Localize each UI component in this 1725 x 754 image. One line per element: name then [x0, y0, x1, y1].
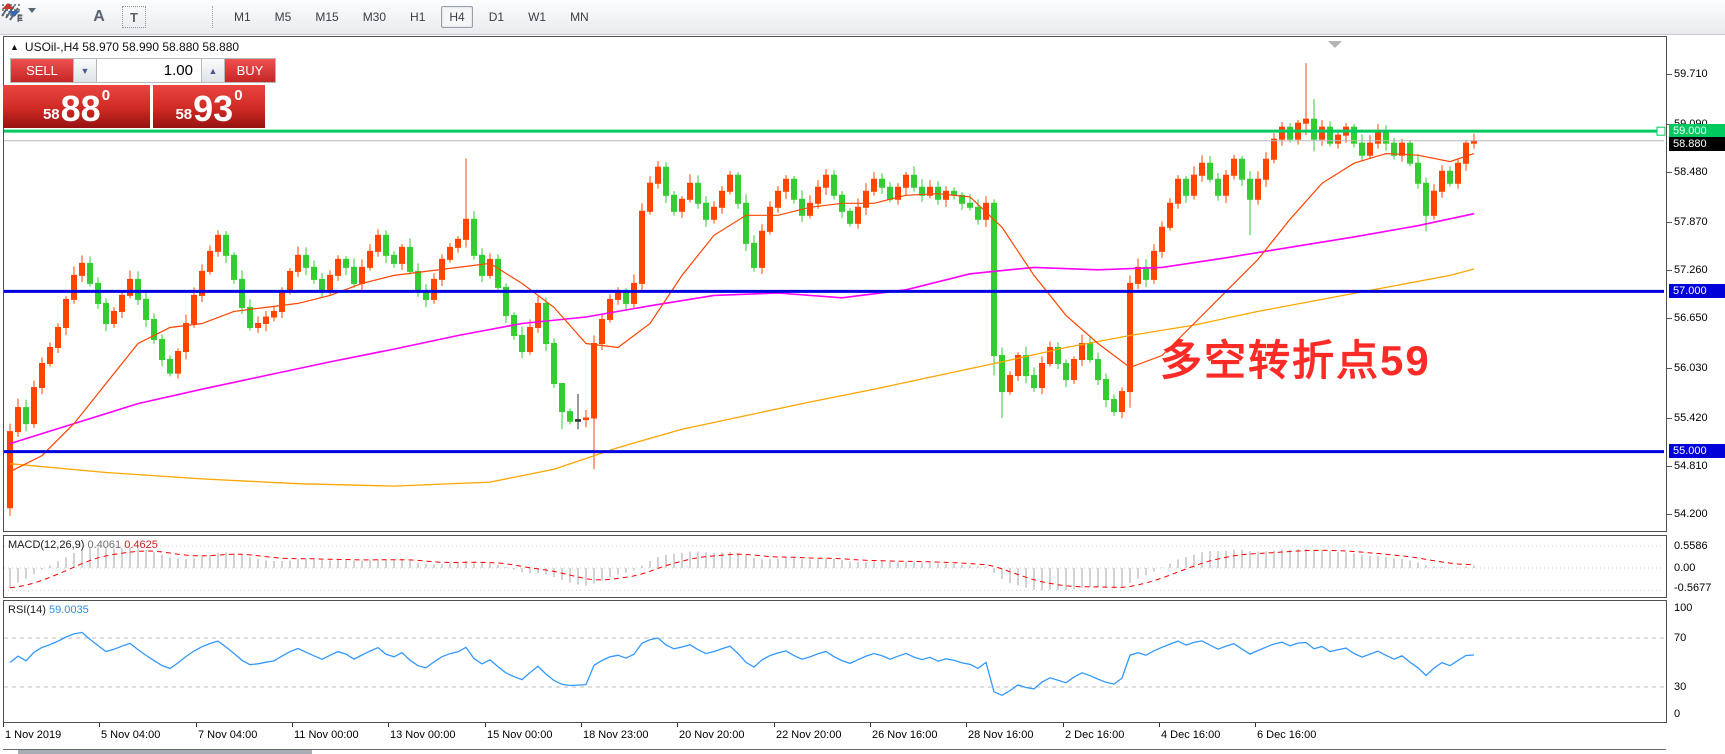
- time-label: 11 Nov 00:00: [294, 729, 359, 741]
- time-tick: [870, 723, 871, 727]
- price-label: 59.710: [1674, 68, 1708, 80]
- rsi-value: 59.0035: [49, 604, 89, 616]
- price-label: 58.480: [1674, 166, 1708, 178]
- macd-value-signal: 0.4625: [124, 539, 158, 551]
- time-tick: [1159, 723, 1160, 727]
- time-label: 4 Dec 16:00: [1161, 729, 1220, 741]
- macd-label: MACD(12,26,9) 0.4061 0.4625: [8, 539, 158, 551]
- price-tick: [1667, 368, 1672, 369]
- time-label: 2 Dec 16:00: [1065, 729, 1124, 741]
- sell-price-small: 58: [43, 106, 60, 123]
- price-tick: [1667, 318, 1672, 319]
- rsi-scale-label: 100: [1674, 602, 1692, 614]
- price-label: 54.810: [1674, 460, 1708, 472]
- time-label: 26 Nov 16:00: [872, 729, 937, 741]
- symbol-title: ▲ USOil-,H4 58.970 58.990 58.880 58.880: [10, 40, 239, 54]
- sell-price-tile[interactable]: 58 88 0: [3, 85, 150, 128]
- time-tick: [966, 723, 967, 727]
- macd-value-main: 0.4061: [87, 539, 121, 551]
- price-tick: [1667, 270, 1672, 271]
- time-tick: [196, 723, 197, 727]
- time-tick: [581, 723, 582, 727]
- time-label: 1 Nov 2019: [5, 729, 61, 741]
- price-tick: [1667, 514, 1672, 515]
- price-tick: [1667, 222, 1672, 223]
- time-label: 22 Nov 20:00: [776, 729, 841, 741]
- mt4-chart-window: E F A T M1M5M15M30H1H4D1W1MN: [0, 0, 1725, 754]
- price-tick: [1667, 172, 1672, 173]
- time-tick: [1063, 723, 1064, 727]
- time-label: 18 Nov 23:00: [583, 729, 648, 741]
- price-label: 57.870: [1674, 216, 1708, 228]
- time-tick: [677, 723, 678, 727]
- time-label: 7 Nov 04:00: [198, 729, 257, 741]
- time-tick: [99, 723, 100, 727]
- time-tick: [388, 723, 389, 727]
- time-label: 5 Nov 04:00: [101, 729, 160, 741]
- time-tick: [292, 723, 293, 727]
- time-label: 6 Dec 16:00: [1257, 729, 1316, 741]
- price-label: 55.420: [1674, 412, 1708, 424]
- price-badge: 55.000: [1669, 444, 1725, 458]
- macd-layer: [4, 546, 1664, 590]
- buy-price-big: 93: [193, 92, 233, 126]
- rsi-scale-label: 30: [1674, 681, 1686, 693]
- symbol-ohlc-text: USOil-,H4 58.970 58.990 58.880 58.880: [25, 40, 239, 54]
- rsi-label: RSI(14) 59.0035: [8, 604, 89, 616]
- price-tick: [1667, 466, 1672, 467]
- volume-input[interactable]: 1.00: [97, 58, 201, 83]
- time-label: 15 Nov 00:00: [487, 729, 552, 741]
- buy-button[interactable]: BUY: [225, 58, 276, 83]
- volume-decrease-button[interactable]: ▼: [73, 58, 97, 83]
- price-badge: 57.000: [1669, 284, 1725, 298]
- collapse-triangle-icon[interactable]: ▲: [10, 42, 19, 52]
- time-label: 13 Nov 00:00: [390, 729, 455, 741]
- rsi-scale-label: 0: [1674, 708, 1680, 720]
- sell-price-sup: 0: [102, 87, 110, 104]
- macd-scale-label: -0.5677: [1674, 582, 1711, 594]
- price-label: 56.030: [1674, 362, 1708, 374]
- buy-price-tile[interactable]: 58 93 0: [153, 85, 265, 128]
- down-arrow-marker: [1328, 41, 1342, 48]
- trade-panel: SELL ▼ 1.00 ▲ BUY: [10, 58, 276, 83]
- buy-price-sup: 0: [234, 87, 242, 104]
- time-tick: [3, 723, 4, 727]
- time-label: 20 Nov 20:00: [679, 729, 744, 741]
- volume-increase-button[interactable]: ▲: [201, 58, 225, 83]
- horizontal-scrollbar-thumb[interactable]: [18, 750, 312, 754]
- buy-price-small: 58: [175, 106, 192, 123]
- chart-annotation-text: 多空转折点59: [1160, 327, 1431, 388]
- sell-button[interactable]: SELL: [10, 58, 73, 83]
- time-tick: [774, 723, 775, 727]
- price-badge: 58.880: [1669, 137, 1725, 151]
- sell-price-big: 88: [61, 92, 101, 126]
- macd-scale-label: 0.5586: [1674, 540, 1708, 552]
- rsi-layer: [4, 632, 1664, 695]
- price-label: 57.260: [1674, 264, 1708, 276]
- time-tick: [485, 723, 486, 727]
- rsi-scale-label: 70: [1674, 632, 1686, 644]
- time-label: 28 Nov 16:00: [968, 729, 1033, 741]
- price-label: 56.650: [1674, 312, 1708, 324]
- price-badge: 59.000: [1669, 124, 1725, 138]
- macd-scale-label: 0.00: [1674, 562, 1695, 574]
- time-tick: [1255, 723, 1256, 727]
- price-tick: [1667, 418, 1672, 419]
- price-tick: [1667, 74, 1672, 75]
- price-label: 54.200: [1674, 508, 1708, 520]
